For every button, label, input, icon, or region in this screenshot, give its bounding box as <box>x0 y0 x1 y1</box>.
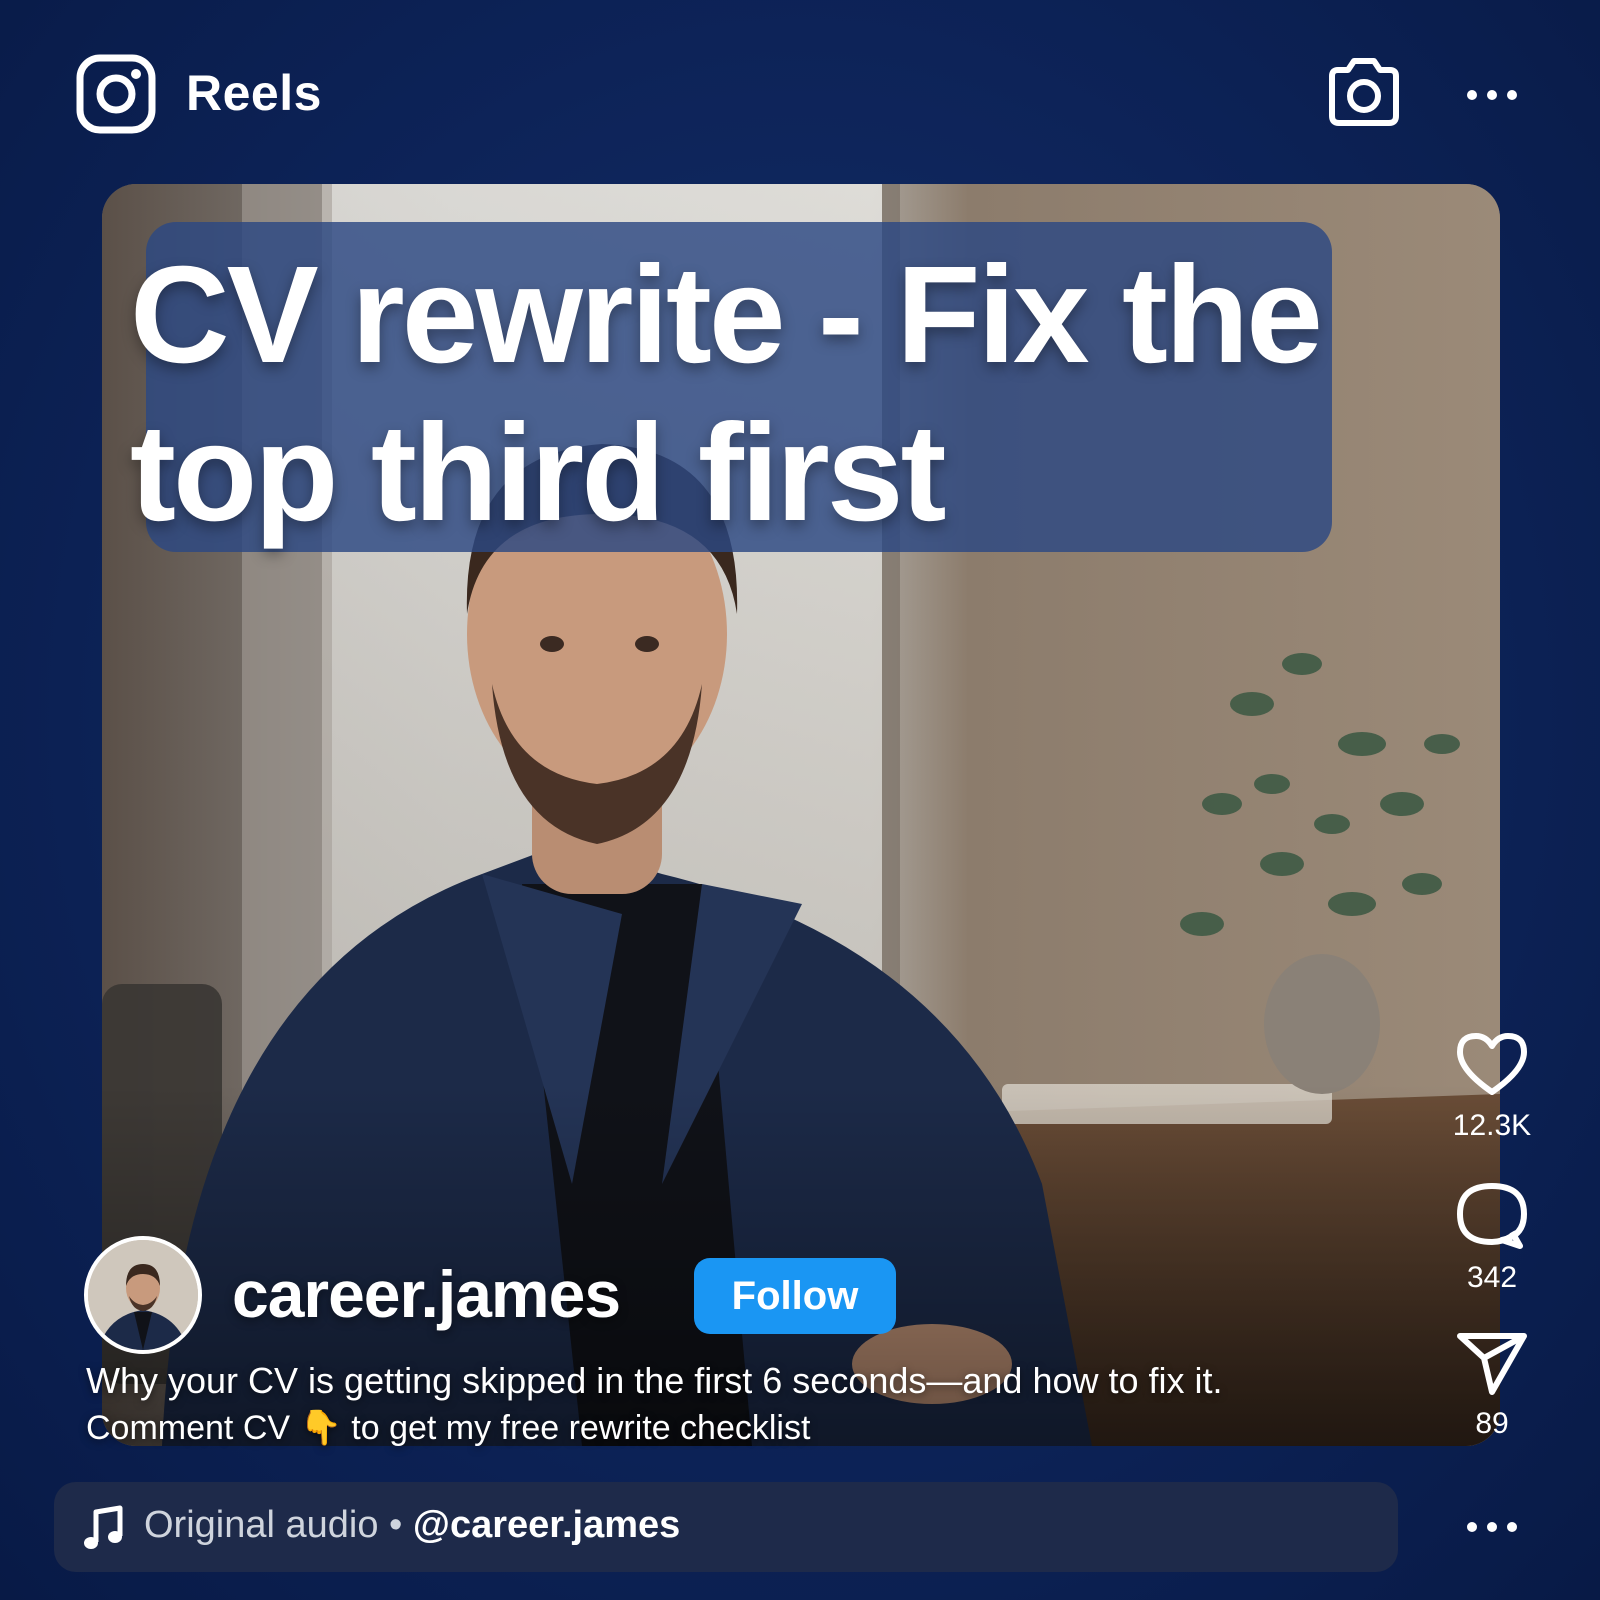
like-count: 12.3K <box>1452 1109 1532 1142</box>
audio-label[interactable]: Original audio • @career.james <box>144 1504 680 1547</box>
more-horizontal-icon[interactable] <box>1462 1512 1522 1542</box>
share-action[interactable]: 89 <box>1442 1330 1542 1441</box>
avatar-image <box>88 1240 198 1350</box>
audio-handle[interactable]: @career.james <box>413 1504 680 1546</box>
like-action[interactable]: 12.3K <box>1442 1030 1542 1143</box>
share-count: 89 <box>1475 1407 1509 1440</box>
comment-count: 342 <box>1466 1261 1518 1294</box>
more-horizontal-icon[interactable] <box>1462 80 1522 110</box>
audio-bar[interactable]: Original audio • @career.james <box>54 1482 1398 1572</box>
avatar[interactable] <box>84 1236 202 1354</box>
music-note-icon <box>84 1505 123 1549</box>
page-title: Reels <box>186 65 322 121</box>
audio-title: Original audio <box>144 1504 379 1546</box>
comment-action[interactable]: 342 <box>1442 1180 1542 1295</box>
comment-icon[interactable] <box>1454 1180 1530 1250</box>
username[interactable]: career.james <box>232 1256 621 1332</box>
camera-icon[interactable] <box>1326 56 1402 128</box>
heart-icon[interactable] <box>1454 1030 1530 1098</box>
reel-headline: CV rewrite - Fix the top third first <box>130 238 1323 550</box>
instagram-logo-icon[interactable] <box>76 54 156 134</box>
top-bar: Reels <box>0 0 1600 180</box>
follow-button[interactable]: Follow <box>694 1258 896 1334</box>
caption-line-1[interactable]: Why your CV is getting skipped in the fi… <box>86 1360 1223 1402</box>
audio-separator: • <box>378 1504 413 1546</box>
send-icon[interactable] <box>1454 1330 1530 1396</box>
caption-line-2[interactable]: Comment CV 👇 to get my free rewrite chec… <box>86 1408 810 1448</box>
